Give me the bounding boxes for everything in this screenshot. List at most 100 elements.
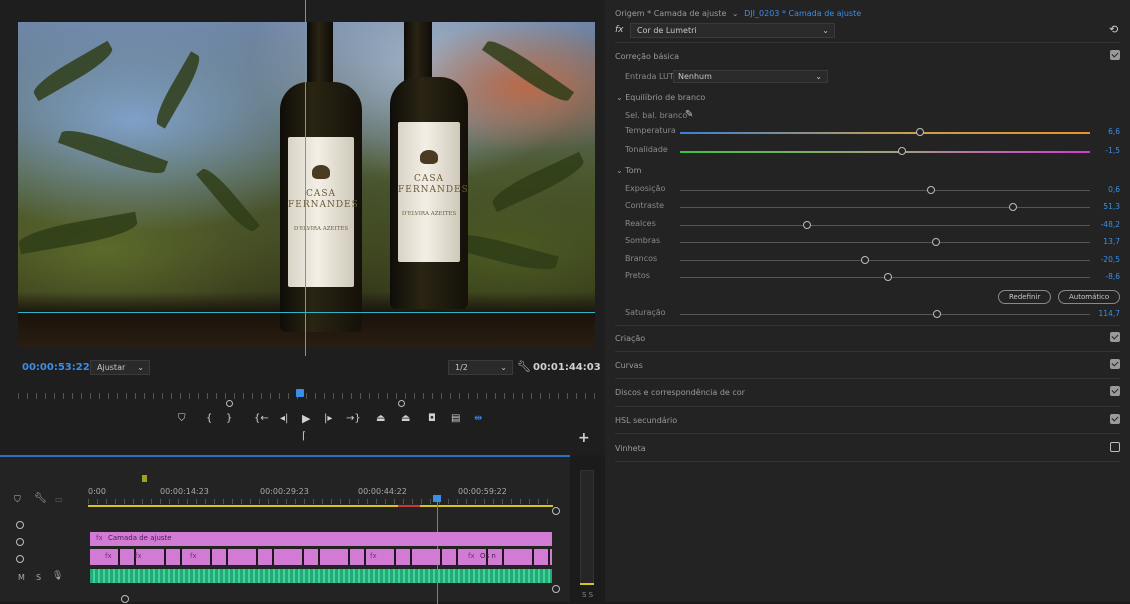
slider-knob[interactable]	[1009, 203, 1017, 211]
current-timecode[interactable]: 00:00:53:22	[22, 362, 90, 373]
work-area-bar[interactable]	[88, 505, 553, 507]
slider-shadows[interactable]: Sombras 13,7	[625, 236, 1120, 248]
solo-label[interactable]: S	[36, 573, 41, 582]
slider-blacks[interactable]: Pretos -8,6	[625, 271, 1120, 283]
section-hsl[interactable]: HSL secundário	[615, 416, 677, 425]
zoom-handle-left[interactable]	[226, 400, 233, 407]
eyedropper-icon[interactable]: ✎	[685, 109, 693, 120]
reset-button[interactable]: Redefinir	[998, 290, 1052, 304]
slider-knob[interactable]	[861, 256, 869, 264]
section-hsl-checkbox[interactable]	[1110, 414, 1120, 424]
slider-knob[interactable]	[803, 221, 811, 229]
effect-dropdown[interactable]: Cor de Lumetri ⌄	[630, 23, 835, 38]
camera-icon[interactable]: ◘	[428, 413, 436, 424]
slider-track[interactable]	[680, 190, 1090, 191]
resolution-dropdown[interactable]: 1/2 ⌄	[448, 360, 513, 375]
slider-value[interactable]: 6,6	[1108, 127, 1120, 136]
section-creative[interactable]: Criação	[615, 334, 645, 343]
microphone-icon[interactable]: 🎙︎	[52, 571, 63, 581]
slider-contrast[interactable]: Contraste 51,3	[625, 201, 1120, 213]
auto-button[interactable]: Automático	[1058, 290, 1121, 304]
go-to-out-icon[interactable]: →}	[346, 413, 361, 424]
slider-knob[interactable]	[898, 147, 906, 155]
slider-value[interactable]: -48,2	[1101, 220, 1120, 229]
fit-dropdown[interactable]: Ajustar ⌄	[90, 360, 150, 375]
lift-icon[interactable]: ⏏	[376, 413, 385, 424]
eye-icon[interactable]	[16, 555, 24, 563]
timeline-ruler[interactable]	[88, 499, 553, 504]
extract-icon[interactable]: ⏏	[401, 413, 410, 424]
slider-value[interactable]: -1,5	[1105, 146, 1120, 155]
in-point-icon[interactable]: {	[206, 413, 212, 424]
add-button[interactable]: +	[578, 430, 590, 446]
wrench-icon[interactable]: 🔧︎	[517, 360, 531, 373]
slider-value[interactable]: 114,7	[1099, 309, 1120, 318]
reset-effect-icon[interactable]: ⟲	[1109, 23, 1118, 36]
step-back-icon[interactable]: ◂|	[280, 413, 288, 424]
header-source[interactable]: Origem * Camada de ajuste ⌄ DJI_0203 * C…	[615, 9, 861, 18]
wrench-icon[interactable]: 🔧︎	[34, 493, 47, 504]
clip-link[interactable]: DJI_0203 * Camada de ajuste	[744, 9, 861, 18]
slider-highlights[interactable]: Realces -48,2	[625, 219, 1120, 231]
wb-group[interactable]: ⌄ Equilíbrio de branco	[616, 93, 705, 102]
snap-icon[interactable]: ⛉	[14, 495, 21, 505]
slider-knob[interactable]	[884, 273, 892, 281]
step-forward-icon[interactable]: |▸	[324, 413, 332, 424]
scroll-handle[interactable]	[552, 507, 560, 515]
button-editor-icon[interactable]: ▤	[451, 413, 460, 424]
adjustment-layer-clip[interactable]: fx Camada de ajuste	[90, 532, 552, 546]
slider-track[interactable]	[680, 225, 1090, 226]
tone-group[interactable]: ⌄ Tom	[616, 166, 641, 175]
slider-saturation[interactable]: Saturação 114,7	[625, 308, 1120, 320]
guide-horizontal[interactable]	[18, 312, 595, 313]
slider-value[interactable]: -8,6	[1105, 272, 1120, 281]
section-basic-checkbox[interactable]	[1110, 50, 1120, 60]
slider-track[interactable]	[680, 260, 1090, 261]
scroll-handle[interactable]	[552, 585, 560, 593]
playhead-handle[interactable]	[296, 389, 304, 397]
section-curves[interactable]: Curvas	[615, 361, 643, 370]
section-vignette[interactable]: Vinheta	[615, 444, 646, 453]
scrub-ruler[interactable]	[18, 393, 595, 399]
slider-value[interactable]: 51,3	[1103, 202, 1120, 211]
lut-dropdown[interactable]: Nenhum ⌄	[673, 70, 828, 83]
slider-exposure[interactable]: Exposição 0,6	[625, 184, 1120, 196]
playhead-handle[interactable]	[433, 495, 441, 502]
slider-track[interactable]	[680, 132, 1090, 134]
section-vignette-checkbox[interactable]	[1110, 442, 1120, 452]
slider-whites[interactable]: Brancos -20,5	[625, 254, 1120, 266]
mute-label[interactable]: M	[18, 573, 25, 582]
section-color-wheels-checkbox[interactable]	[1110, 386, 1120, 396]
section-color-wheels[interactable]: Discos e correspondência de cor	[615, 388, 745, 397]
section-basic[interactable]: Correção básica	[615, 52, 679, 61]
slider-value[interactable]: 0,6	[1108, 185, 1120, 194]
slider-value[interactable]: -20,5	[1101, 255, 1120, 264]
go-to-in-icon[interactable]: {←	[254, 413, 269, 424]
slider-track[interactable]	[680, 207, 1090, 208]
captions-icon[interactable]: ▭	[55, 495, 63, 504]
slider-knob[interactable]	[932, 238, 940, 246]
audio-clip[interactable]	[90, 569, 552, 583]
slider-knob[interactable]	[916, 128, 924, 136]
section-curves-checkbox[interactable]	[1110, 359, 1120, 369]
eye-icon[interactable]	[16, 538, 24, 546]
slider-tint[interactable]: Tonalidade -1,5	[625, 145, 1120, 157]
slider-track[interactable]	[680, 314, 1090, 315]
slider-temperature[interactable]: Temperatura 6,6	[625, 126, 1120, 138]
play-icon[interactable]: ▶	[302, 412, 310, 425]
slider-track[interactable]	[680, 151, 1090, 153]
eye-icon[interactable]	[16, 521, 24, 529]
section-creative-checkbox[interactable]	[1110, 332, 1120, 342]
trim-icon[interactable]: ⌈	[302, 431, 306, 442]
slider-value[interactable]: 13,7	[1103, 237, 1120, 246]
out-point-icon[interactable]: }	[226, 413, 232, 424]
guide-vertical[interactable]	[305, 0, 306, 356]
zoom-handle-right[interactable]	[398, 400, 405, 407]
video-clips-track[interactable]: fx fx fx fx fx Os n	[90, 549, 552, 565]
marker-icon[interactable]: ⛉	[178, 413, 186, 424]
marker-icon[interactable]	[142, 475, 147, 482]
slider-knob[interactable]	[933, 310, 941, 318]
video-preview[interactable]: CASA FERNANDES D'ELVIRA AZEITES CASA FER…	[18, 22, 595, 348]
comparison-icon[interactable]: ⇹	[474, 413, 482, 424]
slider-knob[interactable]	[927, 186, 935, 194]
